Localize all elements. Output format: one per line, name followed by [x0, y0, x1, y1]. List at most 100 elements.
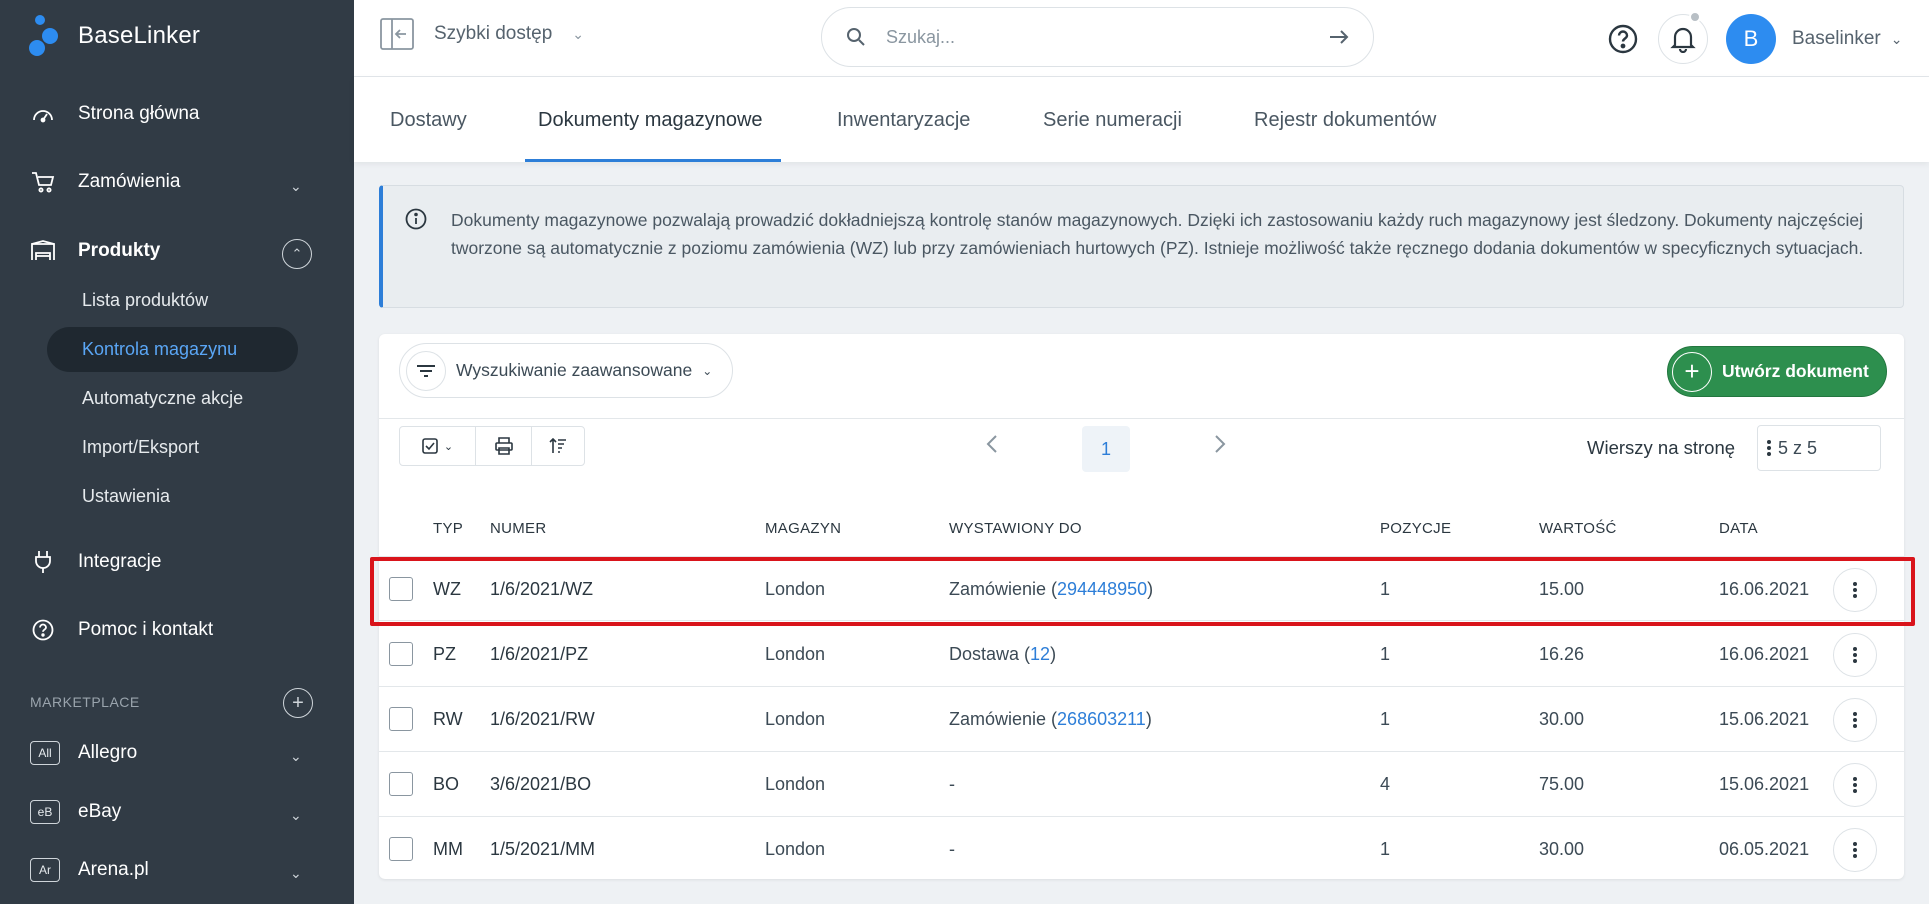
vertical-dots-icon — [1853, 582, 1857, 598]
cell-number[interactable]: 1/6/2021/PZ — [490, 644, 588, 665]
notifications-button[interactable] — [1658, 11, 1708, 64]
sort-button[interactable] — [532, 427, 584, 465]
active-tab-indicator — [525, 159, 781, 162]
sidebar-item-label: Strona główna — [78, 103, 200, 124]
table-row[interactable]: PZ 1/6/2021/PZ London Dostawa (12) 1 16.… — [379, 622, 1904, 687]
cell-warehouse: London — [765, 774, 826, 794]
add-marketplace-icon[interactable]: + — [283, 688, 313, 718]
chevron-down-icon: ⌄ — [443, 440, 454, 453]
arrow-right-icon[interactable] — [1329, 29, 1349, 45]
cell-value: 75.00 — [1539, 774, 1585, 794]
marketplace-item-ebay[interactable]: eB eBay — [30, 800, 121, 824]
tab-deliveries[interactable]: Dostawy — [390, 109, 467, 132]
row-menu-button[interactable] — [1833, 698, 1877, 742]
cell-value: 30.00 — [1539, 839, 1585, 859]
filter-icon — [406, 350, 446, 391]
row-checkbox[interactable] — [389, 837, 413, 861]
rows-per-page-select[interactable]: 5 z 5 — [1757, 425, 1881, 471]
create-document-button[interactable]: + Utwórz dokument — [1667, 346, 1887, 397]
cell-number[interactable]: 1/5/2021/MM — [490, 839, 595, 860]
advanced-search-button[interactable]: Wyszukiwanie zaawansowane ⌄ — [399, 343, 734, 398]
chevron-down-icon[interactable]: ⌄ — [290, 748, 302, 765]
tab-document-register[interactable]: Rejestr dokumentów — [1254, 109, 1436, 132]
user-name[interactable]: Baselinker — [1792, 28, 1881, 50]
logo[interactable]: BaseLinker — [28, 14, 200, 58]
table-row[interactable]: WZ 1/6/2021/WZ London Zamówienie (294448… — [379, 556, 1904, 621]
row-menu-button[interactable] — [1833, 828, 1877, 872]
sidebar-item-home[interactable]: Strona główna — [30, 101, 199, 127]
cell-issued-to: Zamówienie (268603211) — [949, 709, 1152, 730]
chevron-down-icon[interactable]: ⌄ — [290, 865, 302, 882]
column-header-date[interactable]: DATA — [1719, 520, 1758, 537]
table-row[interactable]: MM 1/5/2021/MM London - 1 30.00 06.05.20… — [379, 817, 1904, 882]
row-menu-button[interactable] — [1833, 568, 1877, 612]
column-header-issued-to[interactable]: WYSTAWIONY DO — [949, 520, 1082, 537]
documents-panel: Wyszukiwanie zaawansowane ⌄ + Utwórz dok… — [379, 334, 1904, 879]
chevron-down-icon[interactable]: ⌄ — [1891, 31, 1903, 48]
tab-inventories[interactable]: Inwentaryzacje — [837, 109, 970, 132]
divider — [379, 418, 1904, 419]
row-menu-button[interactable] — [1833, 763, 1877, 807]
sidebar-item-integrations[interactable]: Integracje — [30, 549, 161, 575]
print-button[interactable] — [476, 427, 532, 465]
row-checkbox[interactable] — [389, 577, 413, 601]
chevron-down-icon[interactable]: ⌄ — [290, 178, 302, 195]
chevron-right-icon[interactable] — [1214, 434, 1226, 459]
table-row[interactable]: RW 1/6/2021/RW London Zamówienie (268603… — [379, 687, 1904, 752]
sidebar-item-orders[interactable]: Zamówienia — [30, 169, 180, 195]
search-input[interactable] — [886, 26, 1309, 48]
chevron-up-icon[interactable]: ⌃ — [282, 239, 312, 269]
cell-number[interactable]: 1/6/2021/WZ — [490, 579, 593, 600]
chevron-down-icon[interactable]: ⌄ — [290, 807, 302, 824]
order-link[interactable]: 268603211 — [1057, 709, 1146, 729]
topbar: Szybki dostęp ⌄ B Baselinker ⌄ — [354, 0, 1929, 77]
cell-positions: 1 — [1380, 709, 1391, 729]
help-icon — [30, 617, 56, 643]
rows-per-page-value: 5 z 5 — [1778, 437, 1818, 458]
cell-number[interactable]: 1/6/2021/RW — [490, 709, 595, 730]
advanced-search-label: Wyszukiwanie zaawansowane — [456, 360, 693, 380]
row-checkbox[interactable] — [389, 772, 413, 796]
sidebar-item-label: Integracje — [78, 551, 162, 572]
warehouse-icon — [30, 238, 56, 264]
marketplace-item-arena[interactable]: Ar Arena.pl — [30, 858, 149, 882]
cell-type: BO — [433, 774, 460, 794]
help-button[interactable] — [1598, 14, 1648, 64]
order-link[interactable]: 294448950 — [1057, 579, 1147, 599]
cell-date: 06.05.2021 — [1719, 839, 1810, 859]
issued-to-suffix: ) — [1145, 709, 1152, 729]
column-header-warehouse[interactable]: MAGAZYN — [765, 520, 841, 537]
cell-warehouse: London — [765, 839, 826, 859]
tab-warehouse-documents[interactable]: Dokumenty magazynowe — [538, 109, 763, 132]
chevron-left-icon[interactable] — [986, 434, 998, 459]
column-header-positions[interactable]: POZYCJE — [1380, 520, 1451, 537]
column-header-type[interactable]: TYP — [433, 520, 463, 537]
app-name: BaseLinker — [78, 22, 201, 49]
cell-issued-to: - — [949, 839, 955, 859]
quick-access[interactable]: Szybki dostęp ⌄ — [380, 18, 584, 50]
cell-number[interactable]: 3/6/2021/BO — [490, 774, 591, 795]
sidebar-item-products[interactable]: Produkty — [30, 238, 160, 264]
column-header-number[interactable]: NUMER — [490, 520, 547, 537]
sidebar-subitem-product-list[interactable]: Lista produktów — [82, 290, 208, 311]
marketplace-item-allegro[interactable]: All Allegro — [30, 741, 137, 765]
row-checkbox[interactable] — [389, 642, 413, 666]
column-header-value[interactable]: WARTOŚĆ — [1539, 520, 1617, 537]
row-menu-button[interactable] — [1833, 633, 1877, 677]
avatar[interactable]: B — [1726, 14, 1776, 64]
select-all-button[interactable]: ⌄ — [400, 427, 476, 465]
info-icon — [405, 208, 427, 230]
sidebar-subitem-warehouse-control[interactable]: Kontrola magazynu — [82, 339, 237, 360]
search-box — [821, 7, 1374, 67]
row-checkbox[interactable] — [389, 707, 413, 731]
cell-issued-to: - — [949, 774, 955, 794]
sidebar-item-help[interactable]: Pomoc i kontakt — [30, 617, 213, 643]
collapse-sidebar-icon[interactable] — [380, 18, 414, 50]
sidebar-subitem-settings[interactable]: Ustawienia — [82, 486, 170, 507]
sidebar-subitem-import-export[interactable]: Import/Eksport — [82, 437, 199, 458]
tab-numbering-series[interactable]: Serie numeracji — [1043, 109, 1182, 132]
delivery-link[interactable]: 12 — [1030, 644, 1050, 664]
table-row[interactable]: BO 3/6/2021/BO London - 4 75.00 15.06.20… — [379, 752, 1904, 817]
sidebar-subitem-automatic-actions[interactable]: Automatyczne akcje — [82, 388, 243, 409]
page-number[interactable]: 1 — [1082, 426, 1130, 472]
